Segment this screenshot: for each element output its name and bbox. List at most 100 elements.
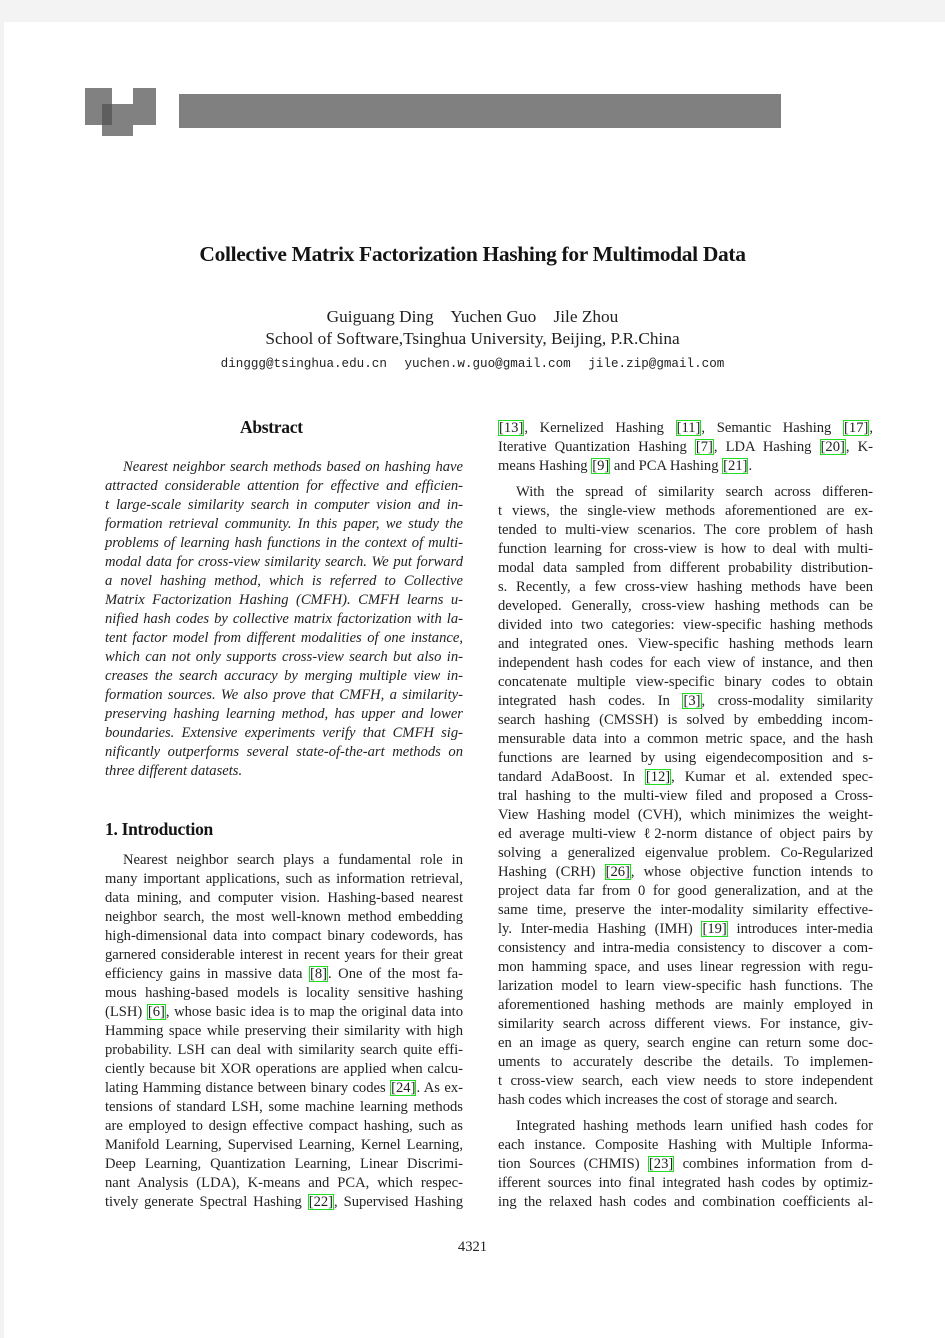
abstract-line: boundaries. Extensive experiments verify… <box>105 725 463 741</box>
abstract-heading: Abstract <box>240 417 303 437</box>
citation-link[interactable]: [24] <box>390 1080 417 1096</box>
abstract-line: preserving hashing learning method, has … <box>105 706 463 722</box>
body-text-line: function learning for cross-view is how … <box>498 541 873 557</box>
abstract-line: creases the search accuracy by merging m… <box>105 668 463 684</box>
body-text-line: developed. Generally, cross-view hashing… <box>498 598 873 614</box>
citation-link[interactable]: [20] <box>819 439 846 455</box>
citation-link[interactable]: [21] <box>722 458 749 474</box>
citation-link[interactable]: [9] <box>591 458 611 474</box>
body-text-line: integrated hash codes. In [3], cross-mod… <box>498 693 873 709</box>
body-text-line: en an image as query, search engine can … <box>498 1035 873 1051</box>
body-text-line: Deep Learning, Quantization Learning, Li… <box>105 1156 463 1172</box>
body-text-line: tion Sources (CHMIS) [23] combines infor… <box>498 1156 873 1172</box>
citation-link[interactable]: [12] <box>644 769 672 785</box>
email-link[interactable]: dinggg@tsinghua.edu.cn <box>221 357 387 371</box>
header-banner-bar <box>179 94 781 128</box>
body-text-line: hash codes which increases the cost of s… <box>498 1092 838 1108</box>
body-text-line: With the spread of similarity search acr… <box>516 484 873 500</box>
body-text-line: concatenate multiple view-specific binar… <box>498 674 873 690</box>
body-text-line: Hashing (CRH) [26], whose objective func… <box>498 864 873 880</box>
body-text-line: many important applications, such as inf… <box>105 871 463 887</box>
body-text-line: divided into two categories: view-specif… <box>498 617 873 633</box>
body-text-line: ciently because bit XOR operations are a… <box>105 1061 463 1077</box>
body-text-line: Integrated hashing methods learn unified… <box>516 1118 873 1134</box>
body-text-line: neighbor search, the most well-known met… <box>105 909 463 925</box>
abstract-line: modal data for cross-view similarity sea… <box>105 554 463 570</box>
citation-link[interactable]: [23] <box>647 1156 675 1172</box>
body-text-line: tively generate Spectral Hashing [22], S… <box>105 1194 463 1210</box>
body-text-line: consistency and intra-media consistency … <box>498 940 873 956</box>
citation-link[interactable]: [3] <box>682 693 702 709</box>
body-text-line: modal data sampled from different probab… <box>498 560 873 576</box>
body-text-line: data mining, and computer vision. Hashin… <box>105 890 463 906</box>
citation-link[interactable]: [13] <box>498 420 525 436</box>
body-text-line: garnered considerable interest in recent… <box>105 947 463 963</box>
body-text-line: Hamming space while preserving their sim… <box>105 1023 463 1039</box>
author-names: Guiguang Ding Yuchen Guo Jile Zhou <box>326 307 619 326</box>
body-text-line: Manifold Learning, Supervised Learning, … <box>105 1137 463 1153</box>
body-text-line: functions are learned by using eigendeco… <box>498 750 873 766</box>
abstract-line: Nearest neighbor search methods based on… <box>123 459 463 475</box>
body-text-line: high-dimensional data into compact binar… <box>105 928 463 944</box>
body-text-line: nant Analysis (LDA), K-means and PCA, wh… <box>105 1175 463 1191</box>
body-text-line: independent hash codes for each view of … <box>498 655 873 671</box>
email-link[interactable]: yuchen.w.guo@gmail.com <box>404 357 570 371</box>
body-text-line: Nearest neighbor search plays a fundamen… <box>123 852 463 868</box>
body-text-line: ed average multi-view ℓ2-norm distance o… <box>498 826 873 842</box>
body-text-line: tandard AdaBoost. In [12], Kumar et al. … <box>498 769 873 785</box>
abstract-line: nificantly outperforms several state-of-… <box>105 744 463 760</box>
body-text-line: ifferent sources into final integrated h… <box>498 1175 873 1191</box>
body-text-line: same time, preserve the inter-modality s… <box>498 902 873 918</box>
citation-link[interactable]: [8] <box>309 966 329 982</box>
abstract-line: formation retrieval community. In this p… <box>105 516 463 532</box>
affiliation: School of Software,Tsinghua University, … <box>265 329 680 348</box>
body-text-line: project data far from 0 for good general… <box>498 883 873 899</box>
abstract-line: t large-scale similarity search in compu… <box>105 497 463 513</box>
body-text-line: and integrated ones. View-specific hashi… <box>498 636 873 652</box>
abstract-line: which can not only supports cross-view s… <box>105 649 463 665</box>
body-text-line: t cross-view search, each view needs to … <box>498 1073 873 1089</box>
abstract-line: Matrix Factorization Hashing (CMFH). CMF… <box>105 592 463 608</box>
body-text-line: s. Recently, a few cross-view hashing me… <box>498 579 873 595</box>
logo-block-bottom <box>102 104 133 136</box>
body-text-line: probability. LSH can deal with similarit… <box>105 1042 463 1058</box>
citation-link[interactable]: [7] <box>694 439 714 455</box>
body-text-line: each instance. Composite Hashing with Mu… <box>498 1137 873 1153</box>
body-text-line: solving a generalized eigenvalue problem… <box>498 845 873 861</box>
body-text-line: larization model to learn view-specific … <box>498 978 873 994</box>
body-text-line: aforementioned hashing methods are mainl… <box>498 997 873 1013</box>
abstract-line: tent factor model from different modalit… <box>105 630 463 646</box>
body-text-line: similarity search across different views… <box>498 1016 873 1032</box>
citation-link[interactable]: [19] <box>701 921 728 937</box>
paper-title: Collective Matrix Factorization Hashing … <box>199 242 746 266</box>
body-text-line: mensurable data into a common metric spa… <box>498 731 873 747</box>
body-text-line: (LSH) [6], whose basic idea is to map th… <box>105 1004 463 1020</box>
body-text-line: [13], Kernelized Hashing [11], Semantic … <box>498 420 874 436</box>
author-emails: dinggg@tsinghua.edu.cn yuchen.w.guo@gmai… <box>0 357 945 371</box>
citation-link[interactable]: [11] <box>675 420 702 436</box>
citation-link[interactable]: [26] <box>604 864 631 880</box>
body-text-line: tensions of standard LSH, some machine l… <box>105 1099 463 1115</box>
body-text-line: lating Hamming distance between binary c… <box>105 1080 463 1096</box>
body-text-line: tral hashing to the multi-view filed and… <box>498 788 873 804</box>
body-text-line: are employed to design effective compact… <box>105 1118 463 1134</box>
body-text-line: tended to multi-view scenarios. The core… <box>498 522 873 538</box>
body-text-line: Iterative Quantization Hashing [7], LDA … <box>498 439 874 455</box>
body-text-line: mon hamming space, and uses linear regre… <box>498 959 873 975</box>
body-text-line: View Hashing model (CVH), which minimize… <box>498 807 873 823</box>
abstract-line: attracted considerable attention for eff… <box>105 478 463 494</box>
abstract-line: nified hash codes by collective matrix f… <box>105 611 463 627</box>
abstract-line: problems of learning hash functions in t… <box>105 535 463 551</box>
body-text-line: mous hashing-based models is locality se… <box>105 985 463 1001</box>
body-text-line: ly. Inter-media Hashing (IMH) [19] intro… <box>498 921 874 937</box>
citation-link[interactable]: [17] <box>843 420 870 436</box>
citation-link[interactable]: [6] <box>146 1004 166 1020</box>
body-text-line: means Hashing [9] and PCA Hashing [21]. <box>498 458 753 474</box>
abstract-line: a novel hashing method, which is referre… <box>105 573 463 589</box>
citation-link[interactable]: [22] <box>307 1194 335 1210</box>
email-link[interactable]: jile.zip@gmail.com <box>588 357 724 371</box>
page-number: 4321 <box>457 1239 488 1255</box>
body-text-line: ing the relaxed hash codes and combinati… <box>498 1194 873 1210</box>
body-text-line: uments to accurately describe the detail… <box>498 1054 873 1070</box>
section-heading-introduction: 1. Introduction <box>105 819 213 839</box>
